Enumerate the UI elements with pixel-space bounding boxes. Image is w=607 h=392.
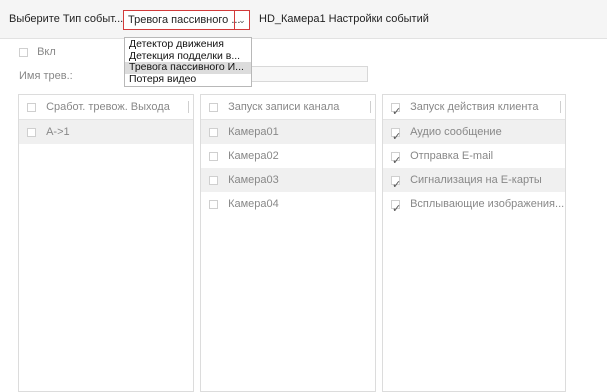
list-item[interactable]: A->1 bbox=[19, 120, 193, 144]
chevron-down-icon[interactable]: ⌄ bbox=[234, 11, 249, 29]
camera-checkbox[interactable] bbox=[209, 127, 218, 137]
alarm-name-input[interactable] bbox=[240, 66, 368, 82]
enable-row: Вкл bbox=[19, 46, 56, 58]
popup-image-checkbox[interactable] bbox=[391, 197, 401, 221]
list-item[interactable]: Камера02 bbox=[201, 144, 375, 168]
event-type-select-value: Тревога пассивного ... bbox=[128, 14, 241, 26]
alarm-outputs-panel: Сработ. тревож. Выхода A->1 bbox=[18, 94, 194, 392]
toolbar: Выберите Тип событ... Тревога пассивного… bbox=[0, 0, 607, 39]
alarm-outputs-header-label: Сработ. тревож. Выхода bbox=[46, 101, 170, 113]
enable-label: Вкл bbox=[37, 46, 56, 59]
alarm-name-label: Имя трев.: bbox=[19, 70, 73, 82]
list-item[interactable]: Аудио сообщение bbox=[383, 120, 565, 149]
emap-alarm-label: Сигнализация на Е-карты bbox=[410, 174, 542, 186]
enable-checkbox[interactable] bbox=[19, 47, 28, 57]
channel-recording-select-all-checkbox[interactable] bbox=[209, 102, 218, 112]
channel-recording-header-label: Запуск записи канала bbox=[228, 101, 340, 113]
channel-recording-header: Запуск записи канала bbox=[201, 95, 375, 120]
alarm-outputs-select-all-checkbox[interactable] bbox=[27, 102, 36, 112]
client-actions-header: Запуск действия клиента bbox=[383, 95, 565, 124]
camera-checkbox[interactable] bbox=[209, 199, 218, 209]
camera-label: Камера01 bbox=[228, 126, 279, 138]
emap-alarm-checkbox[interactable] bbox=[391, 173, 401, 197]
list-item[interactable]: Всплывающие изображения... bbox=[383, 192, 565, 221]
list-item[interactable]: Камера04 bbox=[201, 192, 375, 216]
list-item[interactable]: Камера03 bbox=[201, 168, 375, 192]
column-divider bbox=[370, 101, 371, 113]
event-type-label: Выберите Тип событ... bbox=[9, 13, 124, 25]
list-item[interactable]: Отправка E-mail bbox=[383, 144, 565, 173]
settings-title: HD_Камера1 Настройки событий bbox=[259, 13, 429, 25]
camera-checkbox[interactable] bbox=[209, 175, 218, 185]
client-actions-panel: Запуск действия клиента Аудио сообщение … bbox=[382, 94, 566, 392]
camera-label: Камера02 bbox=[228, 150, 279, 162]
client-actions-select-all-checkbox[interactable] bbox=[391, 100, 401, 124]
alarm-output-checkbox[interactable] bbox=[27, 127, 36, 137]
audio-message-label: Аудио сообщение bbox=[410, 126, 502, 138]
dropdown-option-pir-alarm[interactable]: Тревога пассивного И... bbox=[125, 62, 251, 74]
column-divider bbox=[188, 101, 189, 113]
client-actions-header-label: Запуск действия клиента bbox=[410, 101, 539, 113]
send-email-checkbox[interactable] bbox=[391, 149, 401, 173]
list-item[interactable]: Сигнализация на Е-карты bbox=[383, 168, 565, 197]
camera-label: Камера04 bbox=[228, 198, 279, 210]
audio-message-checkbox[interactable] bbox=[391, 125, 401, 149]
dropdown-option-video-loss[interactable]: Потеря видео bbox=[125, 74, 251, 86]
popup-image-label: Всплывающие изображения... bbox=[410, 198, 565, 210]
channel-recording-panel: Запуск записи канала Камера01 Камера02 К… bbox=[200, 94, 376, 392]
event-type-dropdown: Детектор движения Детекция подделки в...… bbox=[124, 37, 252, 87]
column-divider bbox=[560, 101, 561, 113]
dropdown-option-motion[interactable]: Детектор движения bbox=[125, 39, 251, 51]
alarm-output-label: A->1 bbox=[46, 126, 70, 138]
list-item[interactable]: Камера01 bbox=[201, 120, 375, 144]
dropdown-option-tamper[interactable]: Детекция подделки в... bbox=[125, 51, 251, 63]
event-type-select[interactable]: Тревога пассивного ... ⌄ bbox=[123, 10, 250, 30]
alarm-outputs-header: Сработ. тревож. Выхода bbox=[19, 95, 193, 120]
camera-checkbox[interactable] bbox=[209, 151, 218, 161]
camera-label: Камера03 bbox=[228, 174, 279, 186]
send-email-label: Отправка E-mail bbox=[410, 150, 494, 162]
